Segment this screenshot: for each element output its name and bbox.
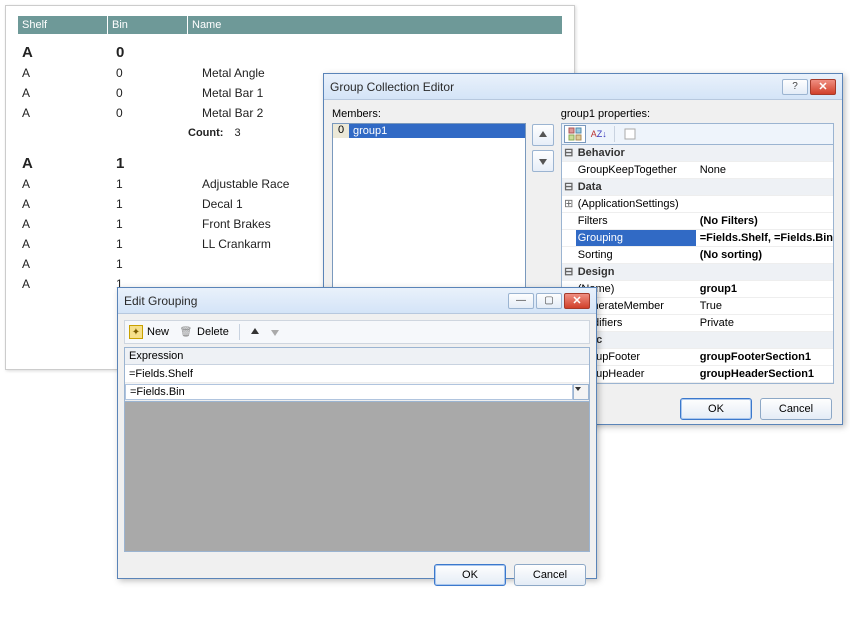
header-shelf: Shelf [18,16,108,34]
prop-groupheader[interactable]: GroupHeadergroupHeaderSection1 [562,366,833,383]
arrow-down-icon [538,156,548,166]
expression-header: Expression [125,348,589,365]
report-column-headers: Shelf Bin Name [18,16,562,34]
arrow-down-icon [270,327,280,337]
prop-name[interactable]: (Name)group1 [562,281,833,298]
header-bin: Bin [108,16,188,34]
help-button[interactable]: ? [782,79,808,95]
eg-titlebar[interactable]: Edit Grouping — ▢ ✕ [118,288,596,314]
members-item[interactable]: 0 group1 [333,124,525,138]
categorized-icon [568,127,582,141]
edit-grouping-window: Edit Grouping — ▢ ✕ ✦ New 🗑 Delete Expre… [117,287,597,579]
group-header-row: A 0 [18,34,562,63]
maximize-button[interactable]: ▢ [536,293,562,309]
prop-modifiers[interactable]: ModifiersPrivate [562,315,833,332]
arrow-up-icon [250,327,260,337]
gce-title: Group Collection Editor [330,80,780,94]
cancel-button[interactable]: Cancel [514,564,586,586]
header-name: Name [188,16,562,34]
ok-button[interactable]: OK [680,398,752,420]
expression-row-selected[interactable]: =Fields.Bin [125,383,589,401]
new-button[interactable]: ✦ New [129,325,169,339]
ok-button[interactable]: OK [434,564,506,586]
move-up-button[interactable] [532,124,554,146]
move-down-button[interactable] [532,150,554,172]
property-pages-button[interactable] [619,125,641,143]
close-button[interactable]: ✕ [564,293,590,309]
dropdown-button[interactable] [573,384,589,400]
expression-row[interactable]: =Fields.Shelf [125,365,589,383]
prop-appsettings[interactable]: ⊞(ApplicationSettings) [562,196,833,213]
grid-empty-area [124,402,590,552]
move-up-button[interactable] [250,327,260,337]
prop-groupkeeptogether[interactable]: GroupKeepTogetherNone [562,162,833,179]
properties-toolbar: AZ↓ [561,123,834,145]
alphabetical-view-button[interactable]: AZ↓ [588,125,610,143]
expression-grid[interactable]: Expression =Fields.Shelf =Fields.Bin [124,347,590,402]
minimize-button[interactable]: — [508,293,534,309]
chevron-down-icon [574,385,582,393]
property-grid[interactable]: ⊟Behavior GroupKeepTogetherNone ⊟Data ⊞(… [561,145,834,384]
page-icon [623,127,637,141]
prop-grouping-selected[interactable]: Grouping=Fields.Shelf, =Fields.Bin… [562,230,833,247]
category-misc[interactable]: ⊟Misc [562,332,833,349]
properties-label: group1 properties: [561,108,834,120]
delete-button[interactable]: 🗑 Delete [179,325,229,339]
category-behavior[interactable]: ⊟Behavior [562,145,833,162]
gce-titlebar[interactable]: Group Collection Editor ? ✕ [324,74,842,100]
categorized-view-button[interactable] [564,125,586,143]
cancel-button[interactable]: Cancel [760,398,832,420]
eg-title: Edit Grouping [124,294,506,308]
new-icon: ✦ [129,325,143,339]
category-design[interactable]: ⊟Design [562,264,833,281]
category-data[interactable]: ⊟Data [562,179,833,196]
trash-icon: 🗑 [179,325,193,339]
members-label: Members: [332,108,526,120]
prop-sorting[interactable]: Sorting(No sorting) [562,247,833,264]
move-down-button[interactable] [270,327,280,337]
prop-generatemember[interactable]: GenerateMemberTrue [562,298,833,315]
eg-toolbar: ✦ New 🗑 Delete [124,320,590,344]
prop-groupfooter[interactable]: GroupFootergroupFooterSection1 [562,349,833,366]
arrow-up-icon [538,130,548,140]
close-button[interactable]: ✕ [810,79,836,95]
prop-filters[interactable]: Filters(No Filters) [562,213,833,230]
